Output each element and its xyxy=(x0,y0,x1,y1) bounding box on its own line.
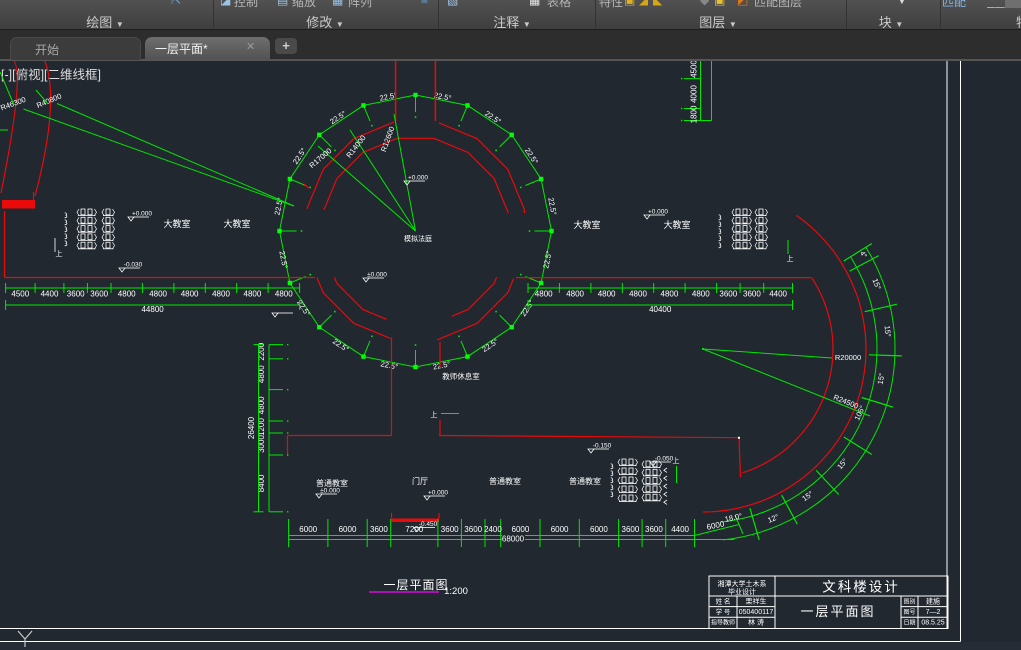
svg-text:+0.000: +0.000 xyxy=(648,209,668,216)
svg-text:文科楼设计: 文科楼设计 xyxy=(822,580,900,595)
svg-text:40400: 40400 xyxy=(649,305,672,314)
svg-text:4800: 4800 xyxy=(149,290,167,299)
svg-text:26400: 26400 xyxy=(247,416,256,439)
svg-text:+0.000: +0.000 xyxy=(132,211,152,218)
svg-text:15°: 15° xyxy=(883,325,893,337)
svg-text:050400117: 050400117 xyxy=(739,609,774,616)
svg-text:普通教室: 普通教室 xyxy=(489,476,521,486)
svg-text:建施: 建施 xyxy=(926,597,940,606)
svg-text:15°: 15° xyxy=(876,372,887,385)
svg-text:模拟法庭: 模拟法庭 xyxy=(404,234,432,243)
svg-text:4800: 4800 xyxy=(692,290,710,299)
svg-text:图别: 图别 xyxy=(903,598,915,606)
svg-text:1:200: 1:200 xyxy=(444,586,468,597)
svg-text:4800: 4800 xyxy=(566,290,584,299)
svg-text:学 号: 学 号 xyxy=(716,607,731,616)
svg-text:3600: 3600 xyxy=(622,525,640,534)
svg-text:1800: 1800 xyxy=(690,105,699,123)
svg-text:6000: 6000 xyxy=(590,525,608,534)
svg-text:4800: 4800 xyxy=(212,290,230,299)
svg-text:3600: 3600 xyxy=(90,290,108,299)
svg-text:4500: 4500 xyxy=(11,290,29,299)
svg-text:大教室: 大教室 xyxy=(223,218,250,229)
svg-text:上: 上 xyxy=(56,249,63,258)
svg-text:R20000: R20000 xyxy=(835,353,861,362)
svg-text:4800: 4800 xyxy=(598,290,616,299)
svg-text:普通教室: 普通教室 xyxy=(569,476,601,486)
svg-text:4800: 4800 xyxy=(629,290,647,299)
svg-text:3600: 3600 xyxy=(645,525,663,534)
svg-text:门厅: 门厅 xyxy=(412,476,428,486)
svg-text:4400: 4400 xyxy=(671,525,689,534)
svg-text:±0.000: ±0.000 xyxy=(320,488,340,495)
svg-text:7—2: 7—2 xyxy=(926,609,941,616)
svg-text:68000: 68000 xyxy=(502,535,525,544)
svg-text:图号: 图号 xyxy=(903,609,915,616)
svg-text:+0.000: +0.000 xyxy=(408,175,428,182)
svg-text:[-][俯视][二维线框]: [-][俯视][二维线框] xyxy=(1,67,101,82)
svg-text:姓 名: 姓 名 xyxy=(716,597,731,606)
svg-text:3600: 3600 xyxy=(441,525,459,534)
svg-text:08.5.25: 08.5.25 xyxy=(921,620,944,627)
svg-text:6000: 6000 xyxy=(512,525,530,534)
svg-text:-0.030: -0.030 xyxy=(124,262,143,269)
svg-text:教师休息室: 教师休息室 xyxy=(442,371,480,381)
svg-text:4400: 4400 xyxy=(769,290,787,299)
svg-text:2400: 2400 xyxy=(484,525,502,534)
svg-text:上: 上 xyxy=(787,254,794,263)
svg-text:-0.450: -0.450 xyxy=(419,521,438,528)
svg-text:一层平面图: 一层平面图 xyxy=(800,604,875,619)
svg-text:3600: 3600 xyxy=(464,525,482,534)
svg-text:日期: 日期 xyxy=(903,619,915,627)
svg-text:栗祥生: 栗祥生 xyxy=(746,597,767,606)
svg-text:6000: 6000 xyxy=(299,525,317,534)
svg-text:4800: 4800 xyxy=(275,290,293,299)
svg-text:3600: 3600 xyxy=(743,290,761,299)
svg-text:-0.050: -0.050 xyxy=(655,456,674,463)
svg-text:指导教师: 指导教师 xyxy=(711,619,735,627)
svg-text:4500: 4500 xyxy=(690,60,699,78)
svg-text:林 涛: 林 涛 xyxy=(748,618,764,627)
svg-text:上: 上 xyxy=(431,410,438,419)
svg-text:4000: 4000 xyxy=(690,85,699,103)
svg-text:3600: 3600 xyxy=(719,290,737,299)
svg-text:4800: 4800 xyxy=(181,290,199,299)
svg-text:6000: 6000 xyxy=(551,525,569,534)
svg-text:4800: 4800 xyxy=(535,290,553,299)
svg-text:大教室: 大教室 xyxy=(663,219,690,230)
svg-text:44800: 44800 xyxy=(141,305,164,314)
svg-text:3600: 3600 xyxy=(370,525,388,534)
svg-text:上: 上 xyxy=(673,456,680,465)
svg-text:大教室: 大教室 xyxy=(573,219,600,230)
svg-text:4400: 4400 xyxy=(41,290,59,299)
svg-text:3600: 3600 xyxy=(67,290,85,299)
svg-text:+0.000: +0.000 xyxy=(428,490,448,497)
svg-text:4800: 4800 xyxy=(661,290,679,299)
svg-text:4800: 4800 xyxy=(118,290,136,299)
svg-text:6000: 6000 xyxy=(339,525,357,534)
svg-text:4800: 4800 xyxy=(244,290,262,299)
svg-text:±0.000: ±0.000 xyxy=(367,272,387,279)
svg-text:湘潭大学土木系: 湘潭大学土木系 xyxy=(718,579,767,588)
svg-text:-0.150: -0.150 xyxy=(593,443,612,450)
svg-text:普通教室: 普通教室 xyxy=(316,478,348,488)
svg-text:毕业设计: 毕业设计 xyxy=(728,587,756,596)
svg-text:大教室: 大教室 xyxy=(163,218,190,229)
svg-text:一层平面图: 一层平面图 xyxy=(383,578,448,592)
